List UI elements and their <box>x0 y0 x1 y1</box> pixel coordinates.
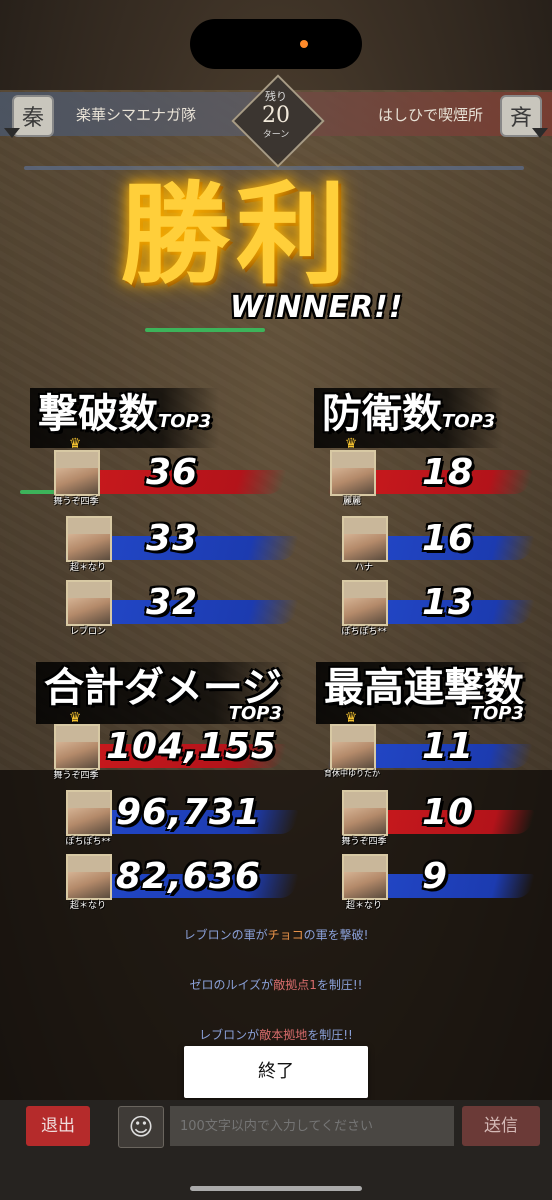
crown-icon: ♛ <box>68 710 82 726</box>
combo-rank-1: ♛ 育休中ゆりたか 11 <box>324 710 552 782</box>
log-actor: ゼロのルイズ <box>189 978 262 992</box>
player-value: 16 <box>422 518 475 559</box>
player-value: 33 <box>146 518 199 559</box>
player-name: 舞うぞ四季 <box>341 837 387 847</box>
player-name: 育休中ゆりたか <box>324 769 380 778</box>
home-indicator[interactable] <box>190 1186 362 1191</box>
battle-log-line: ゼロのルイズが敵拠点1を制圧!! <box>0 976 552 993</box>
player-value: 11 <box>422 726 475 767</box>
right-team-name: はしひで喫煙所 <box>378 106 484 124</box>
defense-rank-3: ぽちぽち** 13 <box>338 580 552 638</box>
player-name: 超＊なり <box>345 901 382 911</box>
turn-label: 残り <box>265 90 287 103</box>
avatar <box>66 516 112 562</box>
combo-rank-3: 超＊なり 9 <box>338 854 552 912</box>
player-value: 36 <box>146 452 199 493</box>
turn-counter: 残り 20 ターン <box>245 90 307 142</box>
player-name: 舞うぞ四季 <box>53 497 99 507</box>
kills-title-text: 撃破数 <box>38 390 158 437</box>
log-text: の軍を撃破! <box>303 928 369 942</box>
device-notch <box>190 19 362 69</box>
player-name: ぽちぽち** <box>341 627 387 637</box>
player-value: 13 <box>422 582 475 623</box>
log-text: を制圧!! <box>307 1028 353 1042</box>
player-value: 18 <box>422 452 475 493</box>
log-target: 敵拠点1 <box>273 978 317 992</box>
battle-log-line: レブロンの軍がチョコの軍を撃破! <box>0 926 552 943</box>
turn-value: 20 <box>262 103 290 128</box>
left-team-name: 楽華シマエナガ隊 <box>76 106 197 124</box>
avatar <box>54 724 100 770</box>
turn-unit: ターン <box>262 130 290 140</box>
player-name: ハナ <box>354 563 373 573</box>
player-name: 舞うぞ四季 <box>53 771 99 781</box>
player-value: 82,636 <box>116 856 261 897</box>
smiley-icon[interactable]: ☺ <box>118 1106 164 1148</box>
avatar <box>54 450 100 496</box>
player-name: 超＊なり <box>69 563 106 573</box>
log-text: が <box>261 978 274 992</box>
damage-rank-3: 超＊なり 82,636 <box>62 854 306 912</box>
player-name: レブロン <box>69 627 106 637</box>
avatar <box>330 450 376 496</box>
left-team-dropdown-icon[interactable] <box>4 128 20 138</box>
avatar <box>342 580 388 626</box>
player-value: 10 <box>422 792 475 833</box>
damage-rank-1: ♛ 舞うぞ四季 104,155 <box>50 710 294 782</box>
log-actor: レブロン <box>199 1028 248 1042</box>
player-name: ぽちぽち** <box>65 837 111 847</box>
right-team-dropdown-icon[interactable] <box>532 128 548 138</box>
defense-rank-1: ♛ 麗麗 18 <box>326 436 552 508</box>
log-target: 敵本拠地 <box>259 1028 308 1042</box>
crown-icon: ♛ <box>344 436 358 452</box>
exit-button[interactable]: 退出 <box>26 1106 90 1146</box>
player-name: 麗麗 <box>342 497 361 507</box>
combo-rank-2: 舞うぞ四季 10 <box>338 790 552 848</box>
avatar <box>66 854 112 900</box>
crown-icon: ♛ <box>344 710 358 726</box>
avatar <box>66 580 112 626</box>
crown-icon: ♛ <box>68 436 82 452</box>
kills-rank-1: ♛ 舞うぞ四季 36 <box>50 436 294 508</box>
defense-top3-tag: TOP3 <box>442 411 496 432</box>
kills-ranking-title: 撃破数TOP3 <box>30 388 220 448</box>
map-path-line <box>145 328 265 332</box>
log-text: の軍が <box>231 928 268 942</box>
log-actor: レブロン <box>183 928 232 942</box>
kills-rank-3: レブロン 32 <box>62 580 306 638</box>
send-button[interactable]: 送信 <box>462 1106 540 1146</box>
player-value: 104,155 <box>106 726 277 767</box>
avatar <box>342 854 388 900</box>
kills-top3-tag: TOP3 <box>158 411 212 432</box>
defense-rank-2: ハナ 16 <box>338 516 552 574</box>
avatar <box>342 790 388 836</box>
avatar <box>342 516 388 562</box>
defense-title-text: 防衛数 <box>322 390 442 437</box>
kills-rank-2: 超＊なり 33 <box>62 516 306 574</box>
player-value: 32 <box>146 582 199 623</box>
avatar <box>66 790 112 836</box>
victory-title: 勝利 <box>120 170 352 299</box>
battle-log-line: レブロンが敵本拠地を制圧!! <box>0 1026 552 1043</box>
end-button[interactable]: 終了 <box>184 1046 368 1098</box>
camera-indicator-icon <box>300 40 308 48</box>
player-value: 96,731 <box>116 792 261 833</box>
chat-input[interactable] <box>170 1106 454 1146</box>
log-text: が <box>247 1028 260 1042</box>
damage-rank-2: ぽちぽち** 96,731 <box>62 790 306 848</box>
player-name: 超＊なり <box>69 901 106 911</box>
log-text: を制圧!! <box>316 978 363 992</box>
player-value: 9 <box>422 856 449 897</box>
avatar <box>330 724 376 770</box>
winner-label: WINNER!! <box>230 290 404 325</box>
log-target: チョコ <box>267 928 304 942</box>
